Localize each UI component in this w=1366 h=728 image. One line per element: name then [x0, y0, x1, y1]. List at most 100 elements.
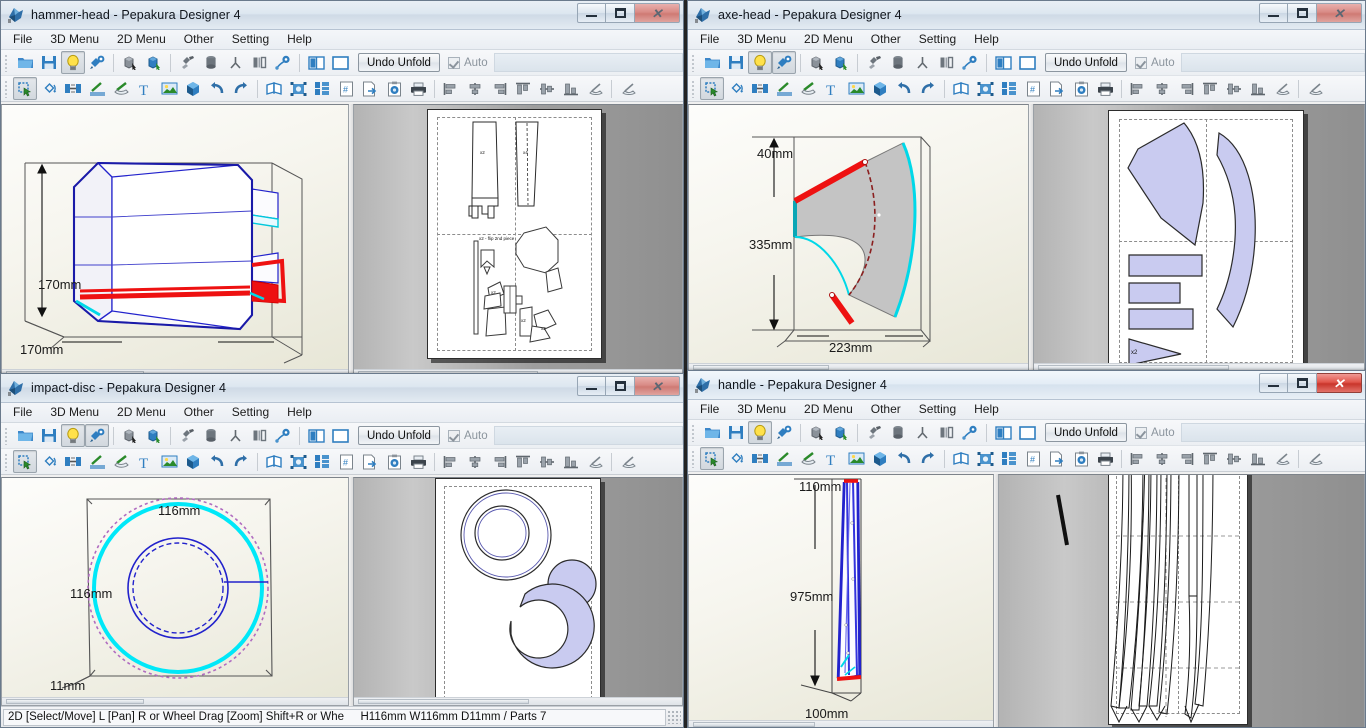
- page-number-button[interactable]: #: [334, 77, 358, 100]
- brush-button[interactable]: [862, 51, 886, 74]
- window-axe-head[interactable]: axe-head - Pepakura Designer 4 ✕ File 3D…: [687, 0, 1366, 372]
- caption-buttons[interactable]: ✕: [577, 3, 680, 23]
- single-view-button[interactable]: [1015, 421, 1039, 444]
- split-view-button[interactable]: [304, 51, 328, 74]
- split-faces-button[interactable]: [934, 51, 958, 74]
- edge-line-button[interactable]: [85, 450, 109, 473]
- cylinder-button[interactable]: [199, 51, 223, 74]
- flat-shading-button[interactable]: [805, 51, 829, 74]
- distribute-button[interactable]: [583, 77, 607, 100]
- texture-paint-button[interactable]: [772, 51, 796, 74]
- align-left-button[interactable]: [1126, 447, 1150, 470]
- clipboard-button[interactable]: [382, 77, 406, 100]
- flat-shading-button[interactable]: [118, 51, 142, 74]
- export-page-button[interactable]: [358, 450, 382, 473]
- image-tool-button[interactable]: [844, 447, 868, 470]
- edge-id-button[interactable]: [958, 51, 982, 74]
- distribute-button[interactable]: [616, 77, 640, 100]
- split-faces-button[interactable]: [934, 421, 958, 444]
- menubar-axe-head[interactable]: File 3D Menu 2D Menu Other Setting Help: [688, 30, 1365, 50]
- print-button[interactable]: [406, 450, 430, 473]
- pane-2d-hammer-head[interactable]: x2 x4 x2 - flip 2nd piece x2 x2 x2: [353, 104, 683, 377]
- pane-3d-hammer-head[interactable]: 170mm 170mm 245mm: [1, 104, 349, 377]
- align-right-button[interactable]: [1174, 447, 1198, 470]
- distribute-button[interactable]: [1303, 77, 1327, 100]
- align-center-button[interactable]: [1150, 447, 1174, 470]
- toolbar-row2[interactable]: T #: [1, 449, 683, 475]
- select-all-button[interactable]: [973, 77, 997, 100]
- toolbar-row1[interactable]: Undo Unfold Auto: [1, 423, 683, 449]
- toolbar-row2[interactable]: T #: [1, 76, 683, 102]
- align-bottom-button[interactable]: [1246, 77, 1270, 100]
- menu-other[interactable]: Other: [175, 30, 223, 49]
- distribute-button[interactable]: [583, 450, 607, 473]
- toolbar-row1[interactable]: Undo Unfold Auto: [688, 50, 1365, 76]
- align-middle-button[interactable]: [535, 450, 559, 473]
- distribute-button[interactable]: [1270, 447, 1294, 470]
- toolbar-grip[interactable]: [3, 452, 10, 471]
- cylinder-button[interactable]: [886, 51, 910, 74]
- align-middle-button[interactable]: [1222, 447, 1246, 470]
- align-top-button[interactable]: [511, 77, 535, 100]
- select-move-button[interactable]: [700, 77, 724, 100]
- light-bulb-button[interactable]: [748, 51, 772, 74]
- undo-unfold-button[interactable]: Undo Unfold: [1045, 423, 1127, 442]
- rotate-part-button[interactable]: [37, 77, 61, 100]
- maximize-button[interactable]: [606, 3, 635, 23]
- single-view-button[interactable]: [328, 424, 352, 447]
- split-view-button[interactable]: [991, 421, 1015, 444]
- maximize-button[interactable]: [606, 376, 635, 396]
- undo-button[interactable]: [205, 450, 229, 473]
- join-faces-button[interactable]: [910, 421, 934, 444]
- unfold-button[interactable]: [949, 447, 973, 470]
- resize-grip[interactable]: [667, 710, 681, 724]
- menu-setting[interactable]: Setting: [910, 400, 965, 419]
- align-top-button[interactable]: [1198, 447, 1222, 470]
- edge-id-button[interactable]: [271, 51, 295, 74]
- menu-help[interactable]: Help: [965, 30, 1008, 49]
- edge-line-button[interactable]: [772, 77, 796, 100]
- join-faces-button[interactable]: [223, 51, 247, 74]
- align-left-button[interactable]: [439, 450, 463, 473]
- edge-id-button[interactable]: [958, 421, 982, 444]
- text-tool-button[interactable]: T: [820, 77, 844, 100]
- menu-3d[interactable]: 3D Menu: [41, 30, 108, 49]
- join-faces-button[interactable]: [223, 424, 247, 447]
- menu-file[interactable]: File: [11, 30, 41, 49]
- paint-3d-button[interactable]: [181, 450, 205, 473]
- export-page-button[interactable]: [358, 77, 382, 100]
- undo-button[interactable]: [892, 77, 916, 100]
- menu-2d[interactable]: 2D Menu: [108, 403, 175, 422]
- toolbar-row2[interactable]: T #: [688, 446, 1365, 472]
- text-tool-button[interactable]: T: [133, 450, 157, 473]
- redo-button[interactable]: [916, 447, 940, 470]
- align-right-button[interactable]: [487, 450, 511, 473]
- menu-file[interactable]: File: [11, 403, 41, 422]
- menubar-hammer-head[interactable]: File 3D Menu 2D Menu Other Setting Help: [1, 30, 683, 50]
- distribute-button[interactable]: [1270, 77, 1294, 100]
- brush-button[interactable]: [862, 421, 886, 444]
- light-bulb-button[interactable]: [748, 421, 772, 444]
- select-all-button[interactable]: [286, 450, 310, 473]
- smooth-shading-button[interactable]: [142, 51, 166, 74]
- maximize-button[interactable]: [1288, 3, 1317, 23]
- align-center-button[interactable]: [1150, 77, 1174, 100]
- unfold-sheet[interactable]: x2 x4 x2 - flip 2nd piece x2 x2 x2: [427, 109, 602, 359]
- toolbar-grip[interactable]: [3, 426, 10, 445]
- menu-3d[interactable]: 3D Menu: [41, 403, 108, 422]
- clipboard-button[interactable]: [1069, 447, 1093, 470]
- join-disjoin-button[interactable]: [748, 77, 772, 100]
- brush-button[interactable]: [175, 424, 199, 447]
- toolbar-row2[interactable]: T #: [688, 76, 1365, 102]
- toolbar-row1[interactable]: Undo Unfold Auto: [1, 50, 683, 76]
- menu-help[interactable]: Help: [278, 403, 321, 422]
- layout-button[interactable]: [310, 77, 334, 100]
- smooth-shading-button[interactable]: [829, 51, 853, 74]
- menu-setting[interactable]: Setting: [223, 403, 278, 422]
- select-move-button[interactable]: [13, 77, 37, 100]
- menu-help[interactable]: Help: [965, 400, 1008, 419]
- titlebar-hammer-head[interactable]: hammer-head - Pepakura Designer 4 ✕: [1, 1, 683, 30]
- close-button[interactable]: ✕: [635, 3, 680, 23]
- open-folder-button[interactable]: [13, 51, 37, 74]
- undo-button[interactable]: [892, 447, 916, 470]
